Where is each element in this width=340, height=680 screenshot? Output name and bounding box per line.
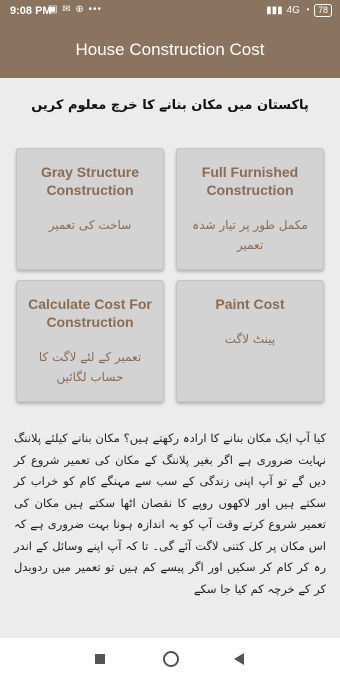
network-label: 4G (286, 5, 300, 16)
status-bar: 9:08 PM ▣ ✉ ⊕ ••• ▮▮▮ 4G ◔ 78 (0, 0, 340, 24)
card-subtitle: پینٹ لاگت (224, 332, 276, 346)
card-title: Calculate Cost For Construction (28, 296, 152, 330)
wifi-icon: ◔ (303, 5, 310, 16)
app-bar: House Construction Cost (0, 24, 340, 78)
card-title: Full Furnished Construction (201, 164, 299, 198)
status-time: 9:08 PM (10, 5, 52, 17)
recents-icon[interactable] (95, 654, 105, 664)
card-subtitle: تعمیر کے لئے لاگت کا حساب لگائیں (38, 350, 142, 384)
full-furnished-card[interactable]: Full Furnished Construction مکمل طور پر … (176, 148, 324, 270)
signal-icon: ▮▮▮ (266, 5, 283, 16)
battery-icon: 78 (313, 4, 332, 17)
home-icon[interactable] (163, 651, 179, 667)
card-subtitle: مکمل طور پر تیار شدہ تعمیر (192, 218, 308, 252)
notification-icons: ▣ ✉ ⊕ ••• (48, 4, 103, 15)
info-paragraph: کیا آپ ایک مکان بنانے کا ارادہ رکھتے ہیں… (14, 431, 326, 596)
card-subtitle: ساخت کی تعمیر (48, 218, 132, 232)
card-title: Gray Structure Construction (40, 164, 140, 198)
app-title: House Construction Cost (75, 40, 265, 59)
calculate-cost-card[interactable]: Calculate Cost For Construction تعمیر کے… (16, 280, 164, 402)
gray-structure-card[interactable]: Gray Structure Construction ساخت کی تعمی… (16, 148, 164, 270)
card-title: Paint Cost (215, 296, 285, 312)
back-icon[interactable] (234, 653, 244, 665)
paint-cost-card[interactable]: Paint Cost پینٹ لاگت (176, 280, 324, 402)
status-right: ▮▮▮ 4G ◔ 78 (266, 4, 332, 17)
system-nav-bar (0, 638, 340, 680)
page-heading: پاکستان میں مکان بنانے کا خرچ معلوم کریں (31, 98, 309, 113)
main-content[interactable]: پاکستان میں مکان بنانے کا خرچ معلوم کریں… (0, 78, 340, 638)
